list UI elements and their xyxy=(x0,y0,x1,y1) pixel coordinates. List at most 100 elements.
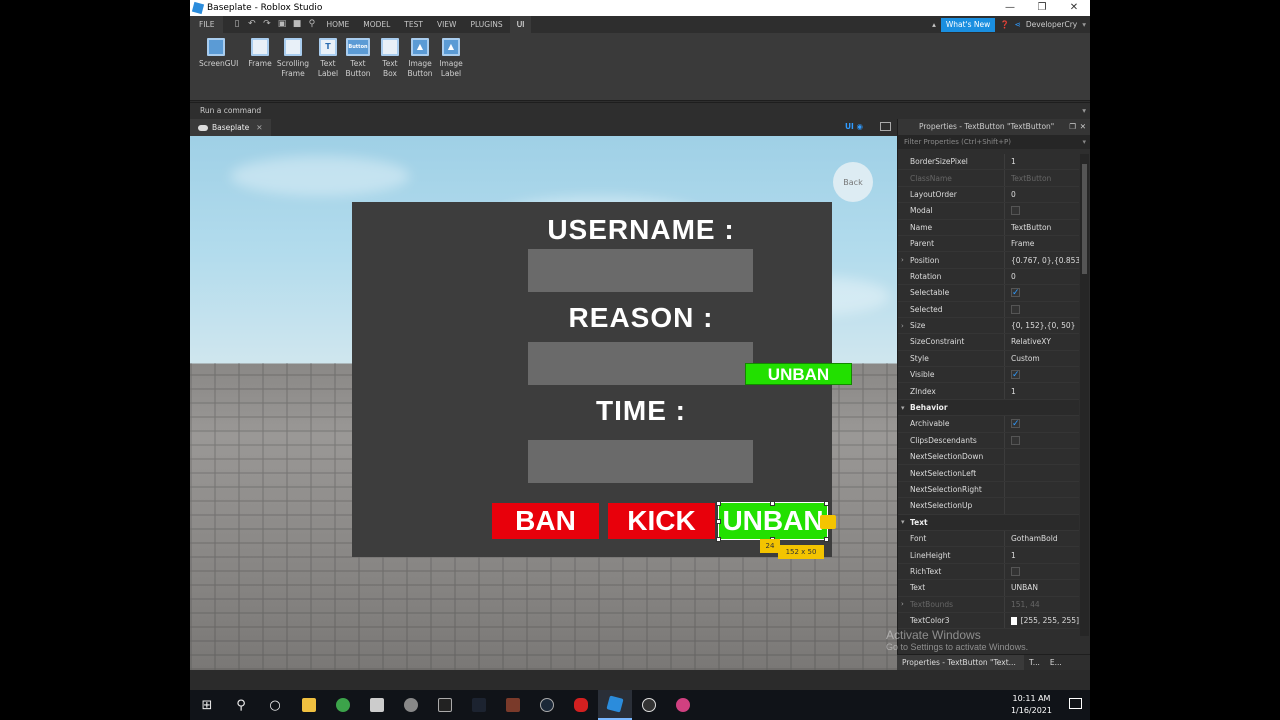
property-row[interactable]: BorderSizePixel 1 xyxy=(898,154,1079,171)
redo-icon[interactable]: ↷ xyxy=(262,20,271,29)
frame-tool[interactable]: Frame xyxy=(243,38,277,69)
ban-button[interactable]: BAN xyxy=(492,503,599,539)
unban-button-preview[interactable]: UNBAN xyxy=(745,363,852,385)
property-row[interactable]: › Position {0.767, 0},{0.853... xyxy=(898,252,1079,269)
property-value[interactable]: {0, 152},{0, 50} xyxy=(1004,317,1079,334)
new-file-icon[interactable]: ▯ xyxy=(232,20,241,29)
property-row[interactable]: Modal xyxy=(898,203,1079,220)
property-value[interactable]: ✓ xyxy=(1004,416,1079,432)
find-icon[interactable]: ⚲ xyxy=(307,20,316,29)
property-row[interactable]: Parent Frame xyxy=(898,235,1079,253)
collapse-ribbon-icon[interactable]: ▴ xyxy=(932,20,936,29)
dock-icon[interactable]: ❐ xyxy=(1069,119,1076,135)
checkbox-unchecked[interactable] xyxy=(1011,435,1020,445)
close-panel-icon[interactable]: ✕ xyxy=(1080,119,1086,135)
collapse-arrow-icon[interactable]: ▾ xyxy=(901,518,905,526)
tab-ui[interactable]: UI xyxy=(509,16,532,33)
property-value[interactable]: 1 xyxy=(1004,547,1079,563)
tab-properties[interactable]: Properties - TextButton "Text... xyxy=(897,655,1024,670)
resize-handle[interactable] xyxy=(716,501,721,506)
tab-home[interactable]: HOME xyxy=(319,16,356,33)
app-icon[interactable] xyxy=(394,690,428,720)
whats-new-button[interactable]: What's New xyxy=(940,17,996,32)
property-value[interactable] xyxy=(1004,465,1079,481)
property-row[interactable]: ClassName TextButton xyxy=(898,170,1079,187)
rotate-handle[interactable] xyxy=(820,515,836,529)
property-value[interactable]: GothamBold xyxy=(1004,530,1079,547)
roblox-studio-taskbar-icon[interactable] xyxy=(598,690,632,720)
text-label-tool[interactable]: T Text Label xyxy=(311,38,345,79)
property-value[interactable]: UNBAN xyxy=(1004,580,1079,596)
property-value[interactable]: 151, 44 xyxy=(1004,596,1079,612)
help-icon[interactable]: ❓ xyxy=(1000,20,1009,29)
property-value[interactable]: [255, 255, 255] xyxy=(1004,612,1079,629)
minimize-button[interactable]: — xyxy=(994,0,1026,16)
checkbox-checked[interactable]: ✓ xyxy=(1011,370,1020,380)
property-row[interactable]: Archivable ✓ xyxy=(898,416,1079,433)
checkbox-unchecked[interactable] xyxy=(1011,304,1020,314)
terminal-icon[interactable] xyxy=(428,690,462,720)
app-icon[interactable] xyxy=(360,690,394,720)
tab-model[interactable]: MODEL xyxy=(356,16,397,33)
property-row[interactable]: ClipsDescendants xyxy=(898,432,1079,450)
chrome-icon[interactable] xyxy=(326,690,360,720)
properties-filter-input[interactable]: Filter Properties (Ctrl+Shift+P) ▾ xyxy=(898,135,1090,149)
steam-icon[interactable] xyxy=(530,690,564,720)
chrome-canary-icon[interactable] xyxy=(666,690,700,720)
property-value[interactable] xyxy=(1004,203,1079,219)
share-icon[interactable]: ⋖ xyxy=(1015,20,1021,29)
property-row[interactable]: › TextBounds 151, 44 xyxy=(898,596,1079,613)
property-value[interactable]: TextButton xyxy=(1004,170,1079,186)
image-label-tool[interactable]: ▲ Image Label xyxy=(434,38,468,79)
close-button[interactable]: ✕ xyxy=(1058,0,1090,16)
checkbox-unchecked[interactable] xyxy=(1011,566,1020,576)
expand-arrow-icon[interactable]: › xyxy=(901,256,904,264)
property-value[interactable] xyxy=(1004,449,1079,465)
expand-arrow-icon[interactable]: › xyxy=(901,600,904,608)
property-value[interactable]: Custom xyxy=(1004,350,1079,367)
property-row[interactable]: NextSelectionLeft xyxy=(898,465,1079,482)
checkbox-unchecked[interactable] xyxy=(1011,206,1020,216)
property-row[interactable]: Selectable ✓ xyxy=(898,285,1079,302)
system-clock[interactable]: 10:11 AM 1/16/2021 xyxy=(1011,693,1052,717)
search-icon[interactable]: ⚲ xyxy=(224,690,258,720)
properties-scrollbar[interactable] xyxy=(1080,154,1089,636)
tab-explorer[interactable]: E... xyxy=(1045,655,1067,670)
property-row[interactable]: ZIndex 1 xyxy=(898,383,1079,400)
property-value[interactable]: RelativeXY xyxy=(1004,334,1079,350)
property-value[interactable] xyxy=(1004,481,1079,498)
resize-handle[interactable] xyxy=(716,519,721,524)
scrolling-frame-tool[interactable]: Scrolling Frame xyxy=(276,38,310,79)
property-value[interactable] xyxy=(1004,432,1079,449)
tab-test[interactable]: TEST xyxy=(397,16,430,33)
property-row[interactable]: NextSelectionUp xyxy=(898,498,1079,515)
property-row[interactable]: › Size {0, 152},{0, 50} xyxy=(898,317,1079,335)
text-button-tool[interactable]: Button Text Button xyxy=(341,38,375,79)
color-swatch[interactable] xyxy=(1011,616,1017,625)
collapse-arrow-icon[interactable]: ▾ xyxy=(901,404,905,412)
property-row[interactable]: SizeConstraint RelativeXY xyxy=(898,334,1079,351)
property-row[interactable]: Rotation 0 xyxy=(898,268,1079,286)
property-row[interactable]: Visible ✓ xyxy=(898,367,1079,384)
property-value[interactable] xyxy=(1004,301,1079,317)
checkbox-checked[interactable]: ✓ xyxy=(1011,288,1020,298)
tab-view[interactable]: VIEW xyxy=(430,16,464,33)
command-bar[interactable]: Run a command ▾ xyxy=(190,102,1090,118)
undo-icon[interactable]: ↶ xyxy=(247,20,256,29)
file-menu[interactable]: FILE xyxy=(190,16,224,33)
obs-icon[interactable] xyxy=(632,690,666,720)
file-explorer-icon[interactable] xyxy=(292,690,326,720)
property-value[interactable]: 1 xyxy=(1004,383,1079,399)
windows-start-icon[interactable]: ⊞ xyxy=(190,690,224,720)
unban-button[interactable]: UNBAN xyxy=(718,502,828,540)
user-dropdown-icon[interactable]: ▾ xyxy=(1082,20,1086,29)
ui-visibility-toggle[interactable]: UI ◉ xyxy=(845,122,863,131)
property-row[interactable]: Font GothamBold xyxy=(898,530,1079,548)
property-row[interactable]: Name TextButton xyxy=(898,219,1079,236)
property-row[interactable]: NextSelectionRight xyxy=(898,481,1079,499)
restore-button[interactable]: ❐ xyxy=(1026,0,1058,16)
tab-plugins[interactable]: PLUGINS xyxy=(463,16,509,33)
close-tab-icon[interactable]: ✕ xyxy=(256,119,262,136)
tab-baseplate[interactable]: Baseplate ✕ xyxy=(190,119,271,136)
save-icon[interactable]: ■ xyxy=(292,20,302,29)
